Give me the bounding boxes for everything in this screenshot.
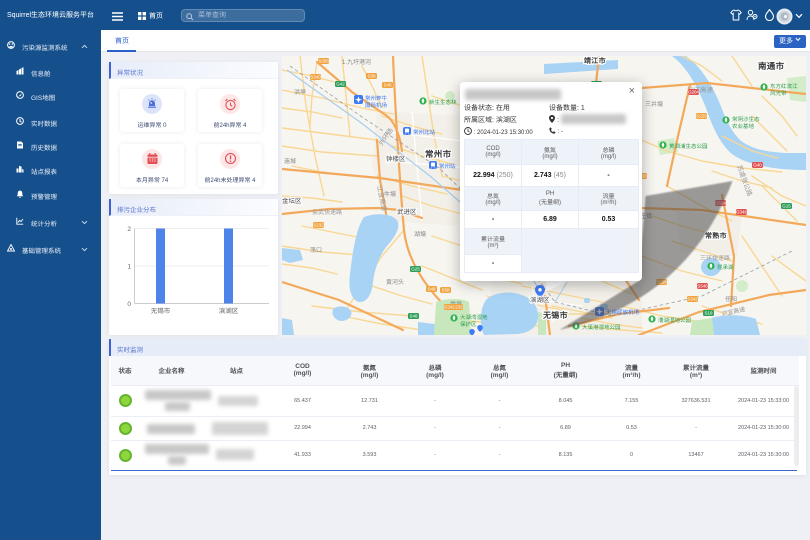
- svg-text:S342: S342: [444, 305, 455, 310]
- svg-text:常州北站: 常州北站: [413, 129, 436, 136]
- svg-text:牛塘: 牛塘: [384, 190, 396, 198]
- svg-text:漕湖湿地公园: 漕湖湿地公园: [658, 317, 692, 324]
- svg-text:0: 0: [127, 301, 131, 308]
- svg-text:2: 2: [127, 226, 131, 233]
- svg-text:保护区: 保护区: [460, 321, 477, 328]
- svg-text:大溪港湿地公园: 大溪港湿地公园: [582, 324, 621, 331]
- svg-text:荡口: 荡口: [310, 246, 322, 254]
- svg-text:昆承湖: 昆承湖: [717, 264, 734, 271]
- svg-text:常阴沙生态: 常阴沙生态: [732, 116, 760, 123]
- svg-text:钟楼区: 钟楼区: [386, 155, 406, 163]
- svg-text:武进区: 武进区: [397, 208, 417, 216]
- svg-text:黄泗浦生态公园: 黄泗浦生态公园: [669, 143, 708, 150]
- svg-text:S19: S19: [704, 311, 713, 316]
- svg-text:无锡市: 无锡市: [542, 311, 568, 320]
- svg-text:S546: S546: [697, 284, 708, 289]
- svg-text:金武快速路: 金武快速路: [312, 208, 342, 216]
- svg-text:G25: G25: [411, 267, 420, 272]
- svg-text:S229: S229: [696, 114, 707, 119]
- svg-text:常熟市: 常熟市: [705, 231, 727, 240]
- svg-text:S58: S58: [441, 288, 450, 293]
- svg-text:大湖湾湿地: 大湖湾湿地: [460, 314, 488, 321]
- svg-text:S342: S342: [687, 297, 698, 302]
- svg-text:G42: G42: [336, 82, 345, 87]
- svg-text:东方红滨江: 东方红滨江: [770, 83, 798, 90]
- svg-text:连城: 连城: [284, 157, 296, 165]
- svg-text:1.九圩港河: 1.九圩港河: [342, 58, 371, 66]
- svg-text:靖江市: 靖江市: [584, 56, 606, 65]
- svg-text:洪甲: 洪甲: [294, 88, 306, 96]
- svg-text:1: 1: [127, 264, 131, 271]
- svg-text:G204: G204: [688, 90, 700, 95]
- svg-text:滨湖区: 滨湖区: [219, 307, 239, 315]
- svg-text:国际机场: 国际机场: [365, 102, 388, 109]
- svg-text:常州奔牛: 常州奔牛: [365, 95, 388, 102]
- svg-text:S232: S232: [313, 223, 324, 228]
- svg-text:湖塘: 湖塘: [414, 230, 426, 238]
- svg-text:黄河头: 黄河头: [386, 278, 404, 286]
- svg-text:S340: S340: [310, 75, 321, 80]
- svg-text:三环快速路: 三环快速路: [700, 254, 730, 262]
- svg-text:S48: S48: [383, 83, 392, 88]
- svg-text:滨湖区: 滨湖区: [530, 296, 550, 304]
- svg-text:农业基地: 农业基地: [732, 123, 755, 130]
- svg-text:G346: G346: [736, 210, 748, 215]
- svg-text:风光带: 风光带: [770, 90, 787, 97]
- svg-text:金坛区: 金坛区: [282, 197, 302, 205]
- svg-text:常州站: 常州站: [439, 163, 456, 170]
- svg-text:新生生态林: 新生生态林: [429, 99, 457, 106]
- svg-text:无锡市: 无锡市: [151, 307, 171, 315]
- svg-text:S358: S358: [318, 59, 329, 64]
- svg-text:南通市: 南通市: [758, 61, 785, 71]
- svg-text:S48: S48: [409, 314, 418, 319]
- svg-text:S39: S39: [367, 74, 376, 79]
- svg-text:G40: G40: [753, 163, 762, 168]
- svg-text:任阳: 任阳: [725, 295, 737, 303]
- svg-text:G15: G15: [782, 204, 791, 209]
- svg-text:常州市: 常州市: [425, 149, 452, 159]
- svg-text:S48: S48: [427, 287, 436, 292]
- svg-text:三井塘: 三井塘: [645, 100, 663, 108]
